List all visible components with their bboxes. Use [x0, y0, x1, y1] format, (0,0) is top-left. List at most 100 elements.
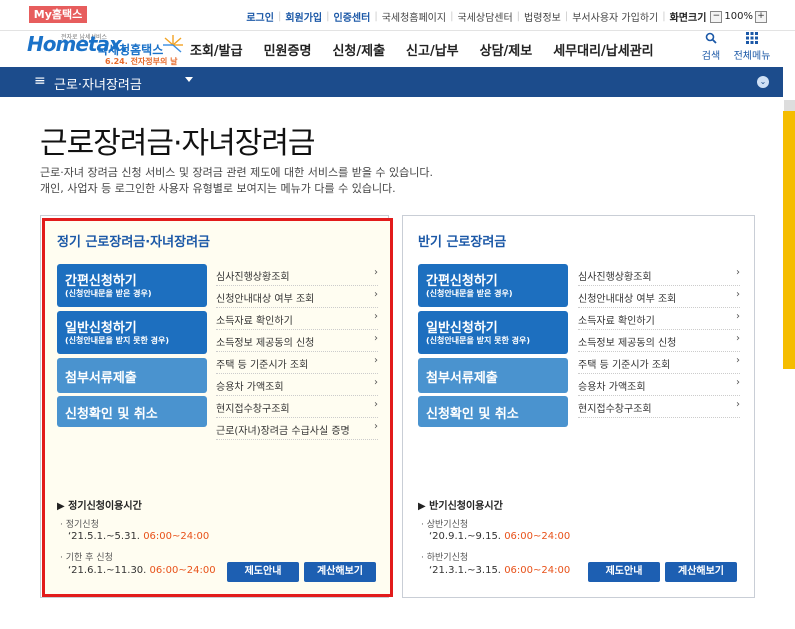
desc-line-1: 근로·자녀 장려금 신청 서비스 및 장려금 관련 제도에 대한 서비스를 받을… [40, 166, 434, 179]
link-review-status[interactable]: 심사진행상황조회 › [216, 264, 378, 286]
counsel-center-link[interactable]: 국세상담센터 [457, 9, 512, 24]
semi-hours-title: ▶ 반기신청이용시간 [418, 501, 503, 512]
attach-docs-label: 첨부서류제출 [65, 371, 137, 386]
gnb-item-agent[interactable]: 세무대리/납세관리 [553, 40, 653, 59]
regular-hours-value-1: ‘21.5.1.~5.31. 06:00~24:00 [68, 531, 210, 542]
chevron-right-icon: › [736, 311, 740, 322]
semi-simple-apply-button[interactable]: 간편신청하기 (신청안내문을 받은 경우) [418, 264, 568, 307]
link-local-counter[interactable]: 현지접수창구조회 › [216, 396, 378, 418]
regular-panel-title: 정기 근로장려금·자녀장려금 [57, 235, 210, 250]
gnb-item-counsel[interactable]: 상담/제보 [480, 40, 533, 59]
simple-apply-label: 간편신청하기 [65, 274, 137, 289]
link-car-value[interactable]: 승용차 가액조회 › [216, 374, 378, 396]
chevron-right-icon: › [736, 377, 740, 388]
header-search-button[interactable]: 검색 [698, 32, 724, 62]
cert-center-link[interactable]: 인증센터 [334, 9, 371, 24]
link-income-check[interactable]: 소득자료 확인하기 › [216, 308, 378, 330]
search-label: 검색 [701, 51, 721, 62]
link-income-consent[interactable]: 소득정보 제공동의 신청 › [216, 330, 378, 352]
semi-check-cancel-button[interactable]: 신청확인 및 취소 [418, 396, 568, 427]
desc-line-2: 개인, 사업자 등 로그인한 사용자 유형별로 보여지는 메뉴가 다를 수 있습… [40, 182, 396, 195]
page-description: 근로·자녀 장려금 신청 서비스 및 장려금 관련 제도에 대한 서비스를 받을… [40, 165, 433, 197]
chevron-right-icon: › [374, 399, 378, 410]
screen-size-label: 화면크기 [669, 13, 707, 24]
semi-link-house-price[interactable]: 주택 등 기준시가 조회 › [578, 352, 740, 374]
chevron-right-icon: › [736, 333, 740, 344]
chevron-right-icon: › [736, 355, 740, 366]
semi-link-review-status[interactable]: 심사진행상황조회 › [578, 264, 740, 286]
attach-docs-button[interactable]: 첨부서류제출 [57, 358, 207, 393]
semi-check-cancel-label: 신청확인 및 취소 [426, 407, 519, 422]
zoom-value: 100% [724, 11, 753, 22]
chevron-right-icon: › [374, 311, 378, 322]
general-apply-label: 일반신청하기 [65, 321, 137, 336]
chevron-right-icon: › [736, 399, 740, 410]
regular-guide-button[interactable]: 제도안내 [227, 562, 299, 582]
semi-link-car-value[interactable]: 승용차 가액조회 › [578, 374, 740, 396]
sub-nav-bar: ≡ 근로·자녀장려금 ⌄ [0, 67, 783, 97]
semi-general-apply-button[interactable]: 일반신청하기 (신청안내문을 받지 못한 경우) [418, 311, 568, 354]
grid-menu-icon [746, 32, 758, 44]
gnb-item-inquiry[interactable]: 조회/발급 [190, 40, 243, 59]
logo-date: 6.24. 전자정부의 날 [105, 57, 178, 66]
regular-hours-value-2: ‘21.6.1.~11.30. 06:00~24:00 [68, 565, 216, 576]
dept-user-signup-link[interactable]: 부서사용자 가입하기 [572, 9, 658, 24]
side-strip-top [784, 100, 795, 111]
semi-general-apply-sub: (신청안내문을 받지 못한 경우) [426, 336, 530, 345]
regular-hours-label-2: · 기한 후 신청 [60, 553, 113, 563]
side-banner-strip[interactable] [783, 111, 795, 369]
regular-calc-button[interactable]: 계산해보기 [304, 562, 376, 582]
all-menu-label: 전체메뉴 [733, 51, 771, 62]
gnb-item-report-pay[interactable]: 신고/납부 [406, 40, 459, 59]
dropdown-caret-icon[interactable] [185, 77, 193, 82]
gnb-item-apply[interactable]: 신청/제출 [332, 40, 385, 59]
semi-link-income-consent[interactable]: 소득정보 제공동의 신청 › [578, 330, 740, 352]
semiannual-panel-title: 반기 근로장려금 [418, 235, 507, 250]
semi-general-apply-label: 일반신청하기 [426, 321, 498, 336]
semi-hours-label-1: · 상반기신청 [421, 520, 469, 530]
zoom-in-button[interactable]: + [755, 10, 767, 23]
chevron-right-icon: › [374, 333, 378, 344]
signup-link[interactable]: 회원가입 [285, 9, 322, 24]
semi-calc-button[interactable]: 계산해보기 [665, 562, 737, 582]
simple-apply-sub: (신청안내문을 받은 경우) [65, 289, 152, 298]
chevron-right-icon: › [736, 267, 740, 278]
law-info-link[interactable]: 법령정보 [524, 9, 561, 24]
chevron-right-icon: › [374, 355, 378, 366]
expand-chevron-icon[interactable]: ⌄ [757, 76, 769, 88]
semi-attach-docs-button[interactable]: 첨부서류제출 [418, 358, 568, 393]
semi-simple-apply-label: 간편신청하기 [426, 274, 498, 289]
semi-link-income-check[interactable]: 소득자료 확인하기 › [578, 308, 740, 330]
chevron-right-icon: › [374, 377, 378, 388]
semi-link-eligibility-check[interactable]: 신청안내대상 여부 조회 › [578, 286, 740, 308]
semi-hours-value-2: ‘21.3.1.~3.15. 06:00~24:00 [429, 565, 571, 576]
semi-link-local-counter[interactable]: 현지접수창구조회 › [578, 396, 740, 418]
sub-nav-title[interactable]: 근로·자녀장려금 [54, 74, 142, 93]
semi-hours-label-2: · 하반기신청 [421, 553, 469, 563]
all-menu-button[interactable]: 전체메뉴 [732, 32, 772, 62]
chevron-right-icon: › [374, 289, 378, 300]
general-apply-button[interactable]: 일반신청하기 (신청안내문을 받지 못한 경우) [57, 311, 207, 354]
regular-hours-title: ▶ 정기신청이용시간 [57, 501, 142, 512]
simple-apply-button[interactable]: 간편신청하기 (신청안내문을 받은 경우) [57, 264, 207, 307]
semi-simple-apply-sub: (신청안내문을 받은 경우) [426, 289, 513, 298]
semi-attach-docs-label: 첨부서류제출 [426, 371, 498, 386]
gnb-item-certificates[interactable]: 민원증명 [264, 40, 312, 59]
hamburger-icon[interactable]: ≡ [34, 73, 46, 89]
page-title: 근로장려금·자녀장려금 [40, 126, 316, 161]
my-hometax-tab[interactable]: My홈택스 [29, 6, 87, 23]
check-cancel-button[interactable]: 신청확인 및 취소 [57, 396, 207, 427]
nts-home-link[interactable]: 국세청홈페이지 [382, 9, 446, 24]
regular-hours-label-1: · 정기신청 [60, 520, 99, 530]
link-receipt-cert[interactable]: 근로(자녀)장려금 수급사실 증명 › [216, 418, 378, 440]
link-eligibility-check[interactable]: 신청안내대상 여부 조회 › [216, 286, 378, 308]
chevron-right-icon: › [374, 267, 378, 278]
zoom-out-button[interactable]: − [710, 10, 723, 23]
check-cancel-label: 신청확인 및 취소 [65, 407, 158, 422]
top-links: 로그인 | 회원가입 | 인증센터 | 국세청홈페이지 | 국세상담센터 | 법령정보 | … [246, 9, 767, 24]
login-link[interactable]: 로그인 [246, 9, 274, 24]
semi-guide-button[interactable]: 제도안내 [588, 562, 660, 582]
link-house-price[interactable]: 주택 등 기준시가 조회 › [216, 352, 378, 374]
logo-spark-icon [163, 35, 183, 53]
search-icon [705, 32, 717, 44]
